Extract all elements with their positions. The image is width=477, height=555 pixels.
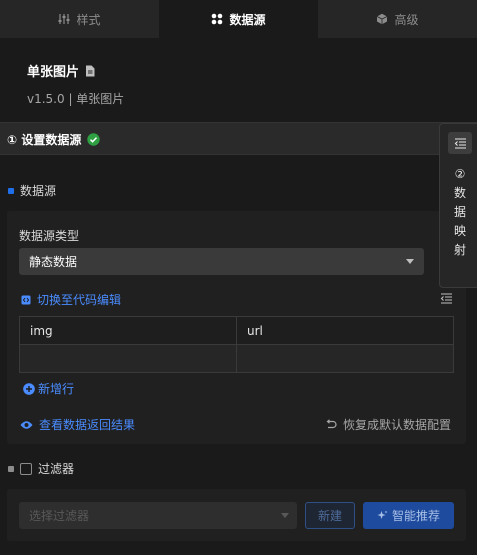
static-data-table: img url <box>19 316 454 373</box>
check-circle-icon <box>87 133 101 146</box>
code-edit-toggle-label: 切换至代码编辑 <box>37 293 122 307</box>
tab-datasource[interactable]: 数据源 <box>159 0 318 38</box>
collapse-list-icon[interactable] <box>440 293 453 304</box>
new-filter-label: 新建 <box>317 509 342 523</box>
document-icon[interactable] <box>85 65 95 77</box>
view-result-label: 查看数据返回结果 <box>39 418 136 432</box>
eye-icon <box>20 420 33 429</box>
grid-dots-icon <box>212 13 223 25</box>
chevron-down-icon <box>281 513 289 518</box>
add-row-label: 新增行 <box>38 382 75 396</box>
filter-select[interactable]: 选择过滤器 <box>19 502 297 529</box>
step-title-text: ① 设置数据源 <box>7 133 82 147</box>
smart-recommend-button[interactable]: 智能推荐 <box>363 502 454 529</box>
tab-style[interactable]: 样式 <box>0 0 159 38</box>
code-edit-toggle[interactable]: 切换至代码编辑 <box>21 291 121 308</box>
datasource-type-label: 数据源类型 <box>19 229 80 243</box>
column-header-url[interactable]: url <box>236 316 454 345</box>
step-title: ① 设置数据源 <box>7 131 101 148</box>
panel-tabs: 样式 数据源 高级 <box>0 0 477 38</box>
reset-default-label: 恢复成默认数据配置 <box>343 418 452 432</box>
component-version: v1.5.0 | 单张图片 <box>27 92 125 106</box>
section-marker <box>8 465 14 472</box>
tab-datasource-label: 数据源 <box>229 12 266 27</box>
table-cell-img[interactable] <box>19 344 237 373</box>
tab-style-label: 样式 <box>76 12 101 27</box>
datasource-type-select[interactable]: 静态数据 <box>19 248 424 275</box>
add-row-button[interactable]: 新增行 <box>23 380 74 397</box>
sliders-icon <box>58 14 70 24</box>
reset-default-link[interactable]: 恢复成默认数据配置 <box>325 416 451 433</box>
table-cell-url[interactable] <box>236 344 454 373</box>
sparkle-icon <box>377 510 388 519</box>
code-icon <box>21 295 31 304</box>
chevron-down-icon <box>406 259 414 264</box>
tab-advanced[interactable]: 高级 <box>318 0 477 38</box>
smart-recommend-label: 智能推荐 <box>391 509 440 523</box>
data-mapping-step-label[interactable]: ② 数 据 映 射 <box>451 165 469 260</box>
plus-circle-icon <box>23 382 35 395</box>
indent-icon <box>454 137 466 149</box>
filter-section-header: 过滤器 <box>8 460 74 477</box>
tab-advanced-label: 高级 <box>394 12 419 27</box>
filter-section-label: 过滤器 <box>38 462 75 476</box>
component-title-text: 单张图片 <box>27 65 80 80</box>
datasource-section-label: 数据源 <box>20 184 57 198</box>
filter-enable-checkbox[interactable] <box>20 462 32 475</box>
cube-icon <box>377 13 388 25</box>
expand-panel-button[interactable] <box>448 132 472 154</box>
datasource-section-header: 数据源 <box>8 182 56 199</box>
datasource-type-value: 静态数据 <box>29 255 78 269</box>
section-marker <box>8 187 14 194</box>
new-filter-button[interactable]: 新建 <box>305 502 355 529</box>
view-result-link[interactable]: 查看数据返回结果 <box>20 416 135 433</box>
table-header-row: img url <box>19 316 454 345</box>
column-header-img[interactable]: img <box>19 316 237 345</box>
filter-placeholder: 选择过滤器 <box>29 509 90 523</box>
table-row <box>19 344 454 373</box>
component-title: 单张图片 <box>27 61 95 80</box>
undo-icon <box>326 419 337 429</box>
